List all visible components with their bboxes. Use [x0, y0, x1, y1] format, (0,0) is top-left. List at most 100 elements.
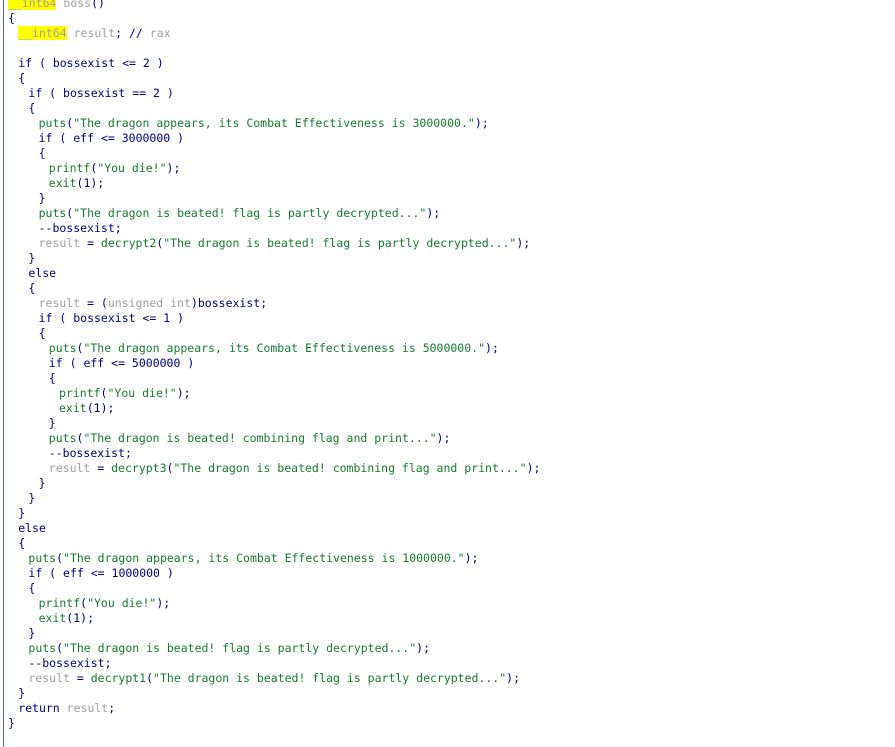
- code-token-num[interactable]: 5000000: [132, 356, 180, 370]
- code-line[interactable]: }: [0, 506, 895, 521]
- code-line[interactable]: printf("You die!");: [0, 386, 895, 401]
- code-token-keyword[interactable]: if: [39, 311, 53, 325]
- code-token-keyword[interactable]: return: [18, 701, 60, 715]
- code-line[interactable]: {: [0, 146, 895, 161]
- code-token-local[interactable]: result: [39, 296, 81, 310]
- code-token-str[interactable]: "The dragon is beated! combining flag an…: [173, 461, 526, 475]
- code-token-str[interactable]: "You die!": [97, 161, 166, 175]
- code-token-func[interactable]: printf: [59, 386, 101, 400]
- code-line[interactable]: exit(1);: [0, 176, 895, 191]
- code-line[interactable]: result = decrypt1("The dragon is beated!…: [0, 671, 895, 686]
- code-token-cmtmark[interactable]: //: [129, 26, 143, 40]
- code-line[interactable]: if ( bossexist <= 2 ): [0, 56, 895, 71]
- code-token-str[interactable]: "The dragon appears, its Combat Effectiv…: [73, 116, 475, 130]
- code-line[interactable]: if ( eff <= 3000000 ): [0, 131, 895, 146]
- code-token-func[interactable]: puts: [49, 431, 77, 445]
- code-line[interactable]: {: [0, 326, 895, 341]
- code-line[interactable]: result = decrypt2("The dragon is beated!…: [0, 236, 895, 251]
- code-token-func[interactable]: exit: [59, 401, 87, 415]
- code-line-list[interactable]: __int64 boss(){__int64 result; // rax if…: [0, 0, 895, 731]
- code-line[interactable]: __int64 result; // rax: [0, 26, 895, 41]
- code-line[interactable]: puts("The dragon is beated! flag is part…: [0, 206, 895, 221]
- code-line[interactable]: puts("The dragon is beated! combining fl…: [0, 431, 895, 446]
- code-token-num[interactable]: 1000000: [112, 566, 160, 580]
- code-token-var[interactable]: bossexist: [42, 656, 104, 670]
- code-line[interactable]: }: [0, 251, 895, 266]
- code-line[interactable]: }: [0, 491, 895, 506]
- code-line[interactable]: exit(1);: [0, 401, 895, 416]
- code-token-var[interactable]: eff: [63, 566, 84, 580]
- code-token-hl[interactable]: __int64: [18, 26, 67, 40]
- code-token-var[interactable]: bossexist: [63, 86, 125, 100]
- code-token-num[interactable]: 2: [153, 86, 160, 100]
- code-line[interactable]: {: [0, 581, 895, 596]
- code-token-func[interactable]: puts: [39, 206, 67, 220]
- code-line[interactable]: {: [0, 101, 895, 116]
- code-line[interactable]: {: [0, 281, 895, 296]
- code-line[interactable]: {: [0, 11, 895, 26]
- code-token-keyword[interactable]: if: [39, 131, 53, 145]
- code-token-func[interactable]: exit: [49, 176, 77, 190]
- code-token-func[interactable]: decrypt2: [101, 236, 156, 250]
- code-line[interactable]: [0, 41, 895, 56]
- code-token-num[interactable]: 2: [143, 56, 150, 70]
- pseudocode-view[interactable]: __int64 boss(){__int64 result; // rax if…: [0, 0, 895, 747]
- code-line[interactable]: if ( eff <= 1000000 ): [0, 566, 895, 581]
- code-token-keyword[interactable]: if: [18, 56, 32, 70]
- code-token-func[interactable]: printf: [39, 596, 81, 610]
- code-line[interactable]: {: [0, 71, 895, 86]
- code-token-str[interactable]: "The dragon is beated! flag is partly de…: [163, 236, 516, 250]
- code-line[interactable]: printf("You die!");: [0, 596, 895, 611]
- code-token-str[interactable]: "The dragon is beated! flag is partly de…: [73, 206, 426, 220]
- code-token-num[interactable]: 3000000: [122, 131, 170, 145]
- code-token-local[interactable]: result: [67, 701, 109, 715]
- code-line[interactable]: return result;: [0, 701, 895, 716]
- code-token-local[interactable]: result: [39, 236, 81, 250]
- code-token-var[interactable]: eff: [73, 131, 94, 145]
- code-line[interactable]: --bossexist;: [0, 221, 895, 236]
- code-token-var[interactable]: bossexist: [198, 296, 260, 310]
- code-token-keyword[interactable]: else: [28, 266, 56, 280]
- code-token-var[interactable]: bossexist: [53, 56, 115, 70]
- code-token-local[interactable]: result: [28, 671, 70, 685]
- code-token-func[interactable]: exit: [39, 611, 67, 625]
- code-line[interactable]: else: [0, 521, 895, 536]
- code-token-str[interactable]: "The dragon appears, its Combat Effectiv…: [63, 551, 465, 565]
- code-token-str[interactable]: "You die!": [107, 386, 176, 400]
- code-line[interactable]: puts("The dragon appears, its Combat Eff…: [0, 341, 895, 356]
- code-line[interactable]: }: [0, 626, 895, 641]
- code-token-keyword[interactable]: if: [28, 86, 42, 100]
- code-line[interactable]: __int64 boss(): [0, 0, 895, 11]
- code-line[interactable]: if ( eff <= 5000000 ): [0, 356, 895, 371]
- code-line[interactable]: {: [0, 536, 895, 551]
- code-line[interactable]: }: [0, 476, 895, 491]
- code-token-str[interactable]: "The dragon is beated! flag is partly de…: [153, 671, 506, 685]
- code-token-local[interactable]: result: [49, 461, 91, 475]
- code-token-local[interactable]: result: [74, 26, 116, 40]
- code-token-var[interactable]: bossexist: [73, 311, 135, 325]
- code-token-hl[interactable]: __int64: [8, 0, 57, 10]
- code-token-func[interactable]: puts: [39, 116, 67, 130]
- code-line[interactable]: result = decrypt3("The dragon is beated!…: [0, 461, 895, 476]
- code-line[interactable]: puts("The dragon appears, its Combat Eff…: [0, 551, 895, 566]
- code-token-var[interactable]: eff: [83, 356, 104, 370]
- code-line[interactable]: result = (unsigned int)bossexist;: [0, 296, 895, 311]
- code-line[interactable]: }: [0, 716, 895, 731]
- code-token-func[interactable]: decrypt1: [91, 671, 146, 685]
- code-line[interactable]: --bossexist;: [0, 446, 895, 461]
- code-line[interactable]: }: [0, 191, 895, 206]
- code-token-func[interactable]: decrypt3: [111, 461, 166, 475]
- code-token-str[interactable]: "You die!": [87, 596, 156, 610]
- code-token-func[interactable]: puts: [28, 551, 56, 565]
- code-token-func[interactable]: puts: [49, 341, 77, 355]
- code-token-str[interactable]: "The dragon is beated! flag is partly de…: [63, 641, 416, 655]
- code-line[interactable]: {: [0, 371, 895, 386]
- code-line[interactable]: }: [0, 686, 895, 701]
- code-line[interactable]: if ( bossexist <= 1 ): [0, 311, 895, 326]
- code-token-str[interactable]: "The dragon is beated! combining flag an…: [83, 431, 436, 445]
- code-line[interactable]: }: [0, 416, 895, 431]
- code-line[interactable]: exit(1);: [0, 611, 895, 626]
- code-token-func[interactable]: printf: [49, 161, 91, 175]
- code-token-var[interactable]: bossexist: [52, 221, 114, 235]
- code-token-num[interactable]: 1: [94, 401, 101, 415]
